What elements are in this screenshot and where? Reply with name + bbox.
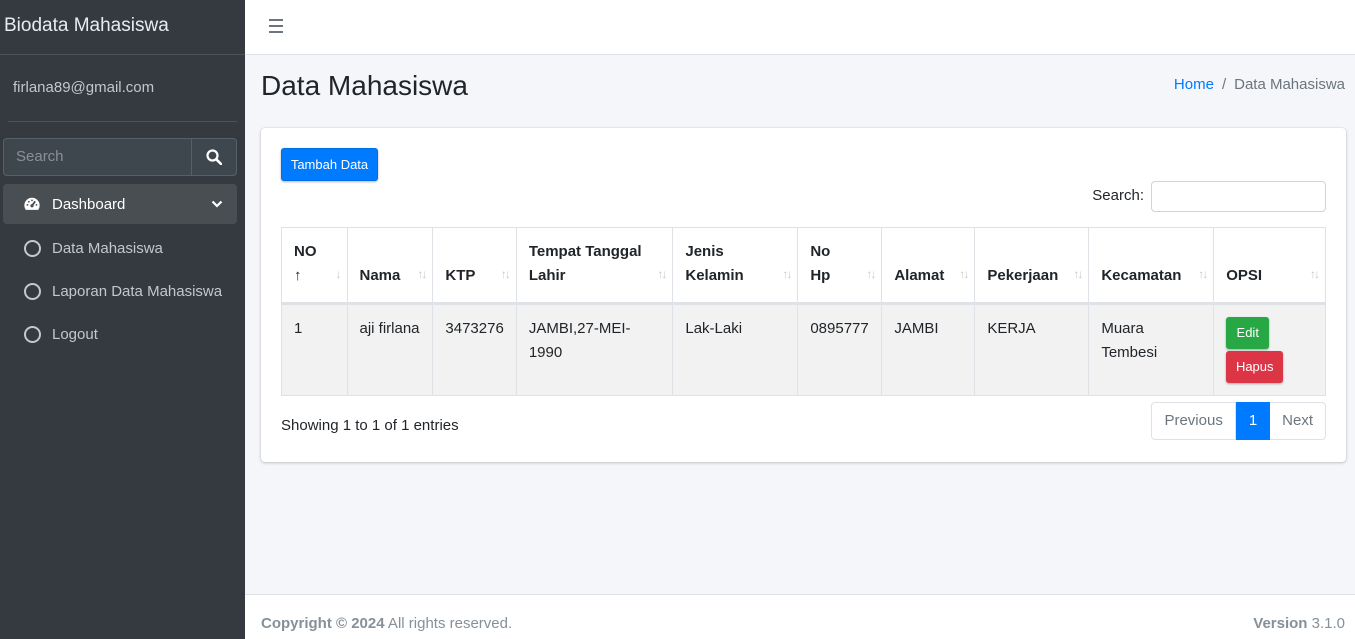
table-search-label: Search: (1092, 187, 1144, 204)
circle-icon (23, 326, 41, 344)
version-number: 3.1.0 (1307, 615, 1345, 632)
sort-icon: ↑↓ (866, 267, 876, 281)
rights-text: All rights reserved. (384, 615, 513, 632)
data-table: NO ↑ ↓ Nama ↑↓ KTP ↑↓ Tempat Tanggal Lahir ↑… (281, 227, 1326, 396)
circle-icon (23, 283, 41, 301)
cell-no: 1 (281, 303, 348, 396)
circle-icon (23, 240, 41, 258)
pagination-next[interactable]: Next (1270, 402, 1326, 440)
pagination: Previous 1 Next (1151, 402, 1326, 440)
sort-icon: ↑↓ (500, 267, 511, 281)
sort-icon: ↓ (335, 267, 342, 281)
column-header-pekerjaan[interactable]: Pekerjaan ↑↓ (974, 227, 1090, 305)
column-header-alamat[interactable]: Alamat ↑↓ (881, 227, 976, 305)
sidebar-nav: Dashboard Data Mahasiswa Laporan Data Ma… (3, 184, 237, 356)
user-email[interactable]: firlana89@gmail.com (8, 55, 237, 122)
breadcrumb: Home / Data Mahasiswa (1174, 76, 1345, 93)
column-header-jenis-kelamin[interactable]: Jenis Kelamin ↑↓ (672, 227, 799, 305)
chevron-down-icon (211, 196, 223, 213)
sidebar-search-input[interactable]: Search (3, 138, 191, 176)
column-header-ttl[interactable]: Tempat Tanggal Lahir ↑↓ (515, 227, 674, 305)
sidebar-item-logout[interactable]: Logout (3, 313, 237, 356)
menu-toggle-icon[interactable] (269, 19, 283, 33)
column-header-opsi[interactable]: OPSI ↑↓ (1213, 227, 1326, 305)
delete-button[interactable]: Hapus (1226, 351, 1284, 383)
tachometer-icon (23, 195, 41, 213)
breadcrumb-current: Data Mahasiswa (1234, 76, 1345, 93)
edit-button[interactable]: Edit (1226, 317, 1270, 349)
sidebar-item-label: Laporan Data Mahasiswa (52, 283, 223, 300)
cell-alamat: JAMBI (881, 303, 976, 396)
sidebar-item-data-mahasiswa[interactable]: Data Mahasiswa (3, 227, 237, 270)
sidebar: Biodata Mahasiswa firlana89@gmail.com Se… (0, 0, 245, 639)
data-card: Tambah Data Search: NO ↑ ↓ Nama ↑↓ KTP ↑↓ T… (261, 128, 1346, 462)
sidebar-item-label: Dashboard (52, 195, 126, 213)
sort-icon: ↑↓ (959, 267, 969, 281)
footer-copyright: Copyright © 2024 All rights reserved. (261, 615, 512, 632)
sort-icon: ↑↓ (1073, 267, 1083, 281)
cell-ttl: JAMBI,27-MEI-1990 (515, 303, 674, 396)
table-header-row: NO ↑ ↓ Nama ↑↓ KTP ↑↓ Tempat Tanggal Lahir ↑… (281, 227, 1326, 305)
pagination-page-1[interactable]: 1 (1235, 402, 1271, 440)
sort-icon: ↑↓ (1198, 267, 1208, 281)
footer-version: Version 3.1.0 (1253, 615, 1345, 632)
cell-kecamatan: Muara Tembesi (1088, 303, 1215, 396)
column-header-kecamatan[interactable]: Kecamatan ↑↓ (1088, 227, 1215, 305)
breadcrumb-separator: / (1221, 76, 1227, 93)
pagination-previous[interactable]: Previous (1151, 402, 1236, 440)
sidebar-item-dashboard[interactable]: Dashboard (3, 184, 237, 224)
add-data-button[interactable]: Tambah Data (281, 148, 378, 181)
sidebar-search: Search (3, 138, 237, 176)
sidebar-item-label: Logout (52, 326, 98, 343)
sidebar-item-laporan[interactable]: Laporan Data Mahasiswa (3, 270, 237, 313)
table-info: Showing 1 to 1 of 1 entries (281, 417, 459, 434)
table-row: 1 aji firlana 3473276 JAMBI,27-MEI-1990 … (281, 303, 1326, 396)
sidebar-search-button[interactable] (191, 138, 237, 176)
sort-icon: ↑↓ (1310, 267, 1320, 281)
footer: Copyright © 2024 All rights reserved. Ve… (245, 594, 1355, 639)
version-label: Version (1253, 615, 1308, 632)
sort-asc-icon: ↑ (294, 267, 302, 284)
table-search-input[interactable] (1151, 181, 1326, 212)
sort-icon: ↑↓ (417, 267, 427, 281)
cell-ktp: 3473276 (432, 303, 517, 396)
cell-pekerjaan: KERJA (974, 303, 1090, 396)
page-title: Data Mahasiswa (261, 70, 468, 101)
breadcrumb-home-link[interactable]: Home (1174, 76, 1214, 93)
sort-icon: ↑↓ (657, 267, 667, 281)
brand-title[interactable]: Biodata Mahasiswa (0, 0, 245, 55)
copyright-text: Copyright © 2024 (261, 615, 385, 632)
column-header-ktp[interactable]: KTP ↑↓ (432, 227, 517, 305)
column-header-no-hp[interactable]: No Hp ↑↓ (797, 227, 883, 305)
search-icon (206, 149, 222, 165)
cell-no-hp: 0895777 (797, 303, 883, 396)
sidebar-item-label: Data Mahasiswa (52, 240, 163, 257)
column-header-nama[interactable]: Nama ↑↓ (346, 227, 434, 305)
column-header-no[interactable]: NO ↑ ↓ (281, 227, 348, 305)
cell-opsi: Edit Hapus (1213, 303, 1326, 396)
sort-icon: ↑↓ (782, 267, 792, 281)
cell-nama: aji firlana (346, 303, 434, 396)
cell-jenis-kelamin: Lak-Laki (672, 303, 799, 396)
topbar (245, 0, 1355, 55)
